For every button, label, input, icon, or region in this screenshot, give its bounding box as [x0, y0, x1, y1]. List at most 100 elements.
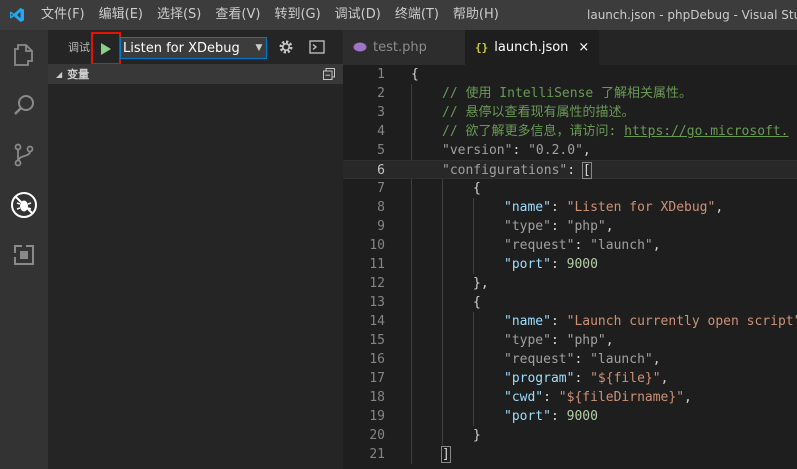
comment: // 悬停以查看现有属性的描述。	[442, 105, 635, 120]
json-key: "name"	[504, 314, 551, 329]
line-number: 10	[369, 238, 385, 253]
code-text: // 欲了解更多信息，请访问: https://go.microsoft.	[442, 122, 789, 141]
code-text: "name": "Listen for XDebug",	[504, 198, 723, 217]
line-number: 7	[377, 181, 385, 196]
variables-section-header[interactable]: ◢ 变量	[48, 64, 343, 84]
code-line: 11 "port": 9000	[343, 255, 797, 274]
json-separator: :	[550, 333, 567, 348]
line-number: 20	[369, 428, 385, 443]
code-text: // 悬停以查看现有属性的描述。	[442, 103, 634, 122]
json-string-value: "Launch currently open script"	[566, 314, 797, 329]
json-file-icon: {}	[475, 41, 489, 54]
json-string-value: "launch"	[590, 352, 653, 367]
code-line: 6 "configurations": [	[343, 160, 797, 179]
menu-file[interactable]: 文件(F)	[34, 0, 92, 30]
json-key: "configurations"	[442, 163, 568, 178]
debug-configuration-value: Listen for XDebug	[123, 40, 240, 56]
json-key: "name"	[504, 200, 551, 215]
menu-help[interactable]: 帮助(H)	[446, 0, 506, 30]
code-line: 18 "cwd": "${fileDirname}",	[343, 388, 797, 407]
code-text: "cwd": "${fileDirname}",	[504, 388, 692, 407]
code-text: "port": 9000	[504, 255, 598, 274]
line-number: 17	[369, 371, 385, 386]
json-separator: :	[550, 257, 567, 272]
code-text: // 使用 IntelliSense 了解相关属性。	[442, 84, 692, 103]
search-icon[interactable]	[0, 80, 48, 130]
debug-title: 调试	[68, 41, 90, 54]
extensions-icon[interactable]	[0, 230, 48, 280]
punctuation: ,	[582, 143, 591, 158]
json-string-value: "${file}"	[590, 371, 661, 386]
collapse-all-icon[interactable]	[323, 68, 335, 80]
line-number: 5	[377, 143, 385, 158]
line-number: 16	[369, 352, 385, 367]
menu-bar: 文件(F) 编辑(E) 选择(S) 查看(V) 转到(G) 调试(D) 终端(T…	[34, 0, 506, 30]
code-line: 9 "type": "php",	[343, 217, 797, 236]
tab-test-php[interactable]: test.php	[343, 30, 465, 65]
line-number: 1	[377, 67, 385, 82]
menu-go[interactable]: 转到(G)	[267, 0, 327, 30]
punctuation: ,	[660, 371, 669, 386]
menu-view[interactable]: 查看(V)	[208, 0, 267, 30]
close-icon[interactable]: ×	[578, 40, 589, 55]
code-line: 12},	[343, 274, 797, 293]
json-separator: :	[574, 238, 591, 253]
json-key: "program"	[504, 371, 575, 386]
files-icon[interactable]	[0, 30, 48, 80]
source-control-icon[interactable]	[0, 130, 48, 180]
code-text: "configurations": [	[442, 161, 592, 180]
doc-link: https://go.microsoft.	[624, 124, 789, 139]
json-separator: :	[543, 390, 559, 405]
tab-launch-json[interactable]: {} launch.json ×	[465, 30, 599, 65]
comment: // 欲了解更多信息，请访问:	[442, 124, 625, 139]
punctuation: {	[473, 181, 481, 196]
code-line: 14 "name": "Launch currently open script"	[343, 312, 797, 331]
menu-selection[interactable]: 选择(S)	[150, 0, 208, 30]
json-key: "type"	[504, 333, 551, 348]
json-string-value: "${fileDirname}"	[558, 390, 685, 405]
punctuation: ,	[652, 238, 661, 253]
code-line: 19 "port": 9000	[343, 407, 797, 426]
tab-label: test.php	[373, 40, 427, 55]
punctuation: }	[473, 428, 481, 443]
start-debugging-button[interactable]	[91, 32, 121, 65]
json-separator: :	[550, 219, 567, 234]
line-number: 11	[369, 257, 385, 272]
menu-edit[interactable]: 编辑(E)	[92, 0, 150, 30]
line-number: 6	[377, 163, 385, 178]
line-number: 21	[369, 447, 385, 462]
gear-icon[interactable]	[277, 38, 295, 56]
code-text: },	[473, 274, 489, 293]
line-number: 18	[369, 390, 385, 405]
code-line: 21]	[343, 445, 797, 464]
json-number-value: 9000	[566, 409, 598, 424]
code-line: 5 "version": "0.2.0",	[343, 141, 797, 160]
json-key: "request"	[504, 238, 575, 253]
line-number: 15	[369, 333, 385, 348]
code-editor[interactable]: 1{2// 使用 IntelliSense 了解相关属性。 3// 悬停以查看现有…	[343, 65, 797, 469]
collapse-arrow-icon: ◢	[56, 69, 63, 79]
debug-configuration-select[interactable]: Listen for XDebug ▼	[120, 37, 267, 59]
code-line: 1{	[343, 65, 797, 84]
code-text: "name": "Launch currently open script"	[504, 312, 797, 331]
code-text: {	[473, 179, 481, 198]
punctuation: {	[473, 295, 481, 310]
code-text: "type": "php",	[504, 217, 614, 236]
code-line: 16 "request": "launch",	[343, 350, 797, 369]
variables-section-title: 变量	[67, 68, 90, 81]
code-text: "request": "launch",	[504, 350, 661, 369]
title-bar: 文件(F) 编辑(E) 选择(S) 查看(V) 转到(G) 调试(D) 终端(T…	[0, 0, 797, 30]
debug-console-icon[interactable]	[308, 39, 326, 55]
code-line: 13 {	[343, 293, 797, 312]
menu-terminal[interactable]: 终端(T)	[388, 0, 446, 30]
code-line: 17 "program": "${file}",	[343, 369, 797, 388]
debug-toolbar: 调试 Listen for XDebug ▼	[48, 30, 343, 65]
menu-debug[interactable]: 调试(D)	[328, 0, 388, 30]
line-number: 12	[369, 276, 385, 291]
code-line: 2 // 使用 IntelliSense 了解相关属性。	[343, 84, 797, 103]
debug-icon[interactable]	[0, 180, 48, 230]
line-number: 9	[377, 219, 385, 234]
code-line: 8 "name": "Listen for XDebug",	[343, 198, 797, 217]
tab-label: launch.json	[494, 40, 569, 55]
code-line: 3 // 悬停以查看现有属性的描述。	[343, 103, 797, 122]
